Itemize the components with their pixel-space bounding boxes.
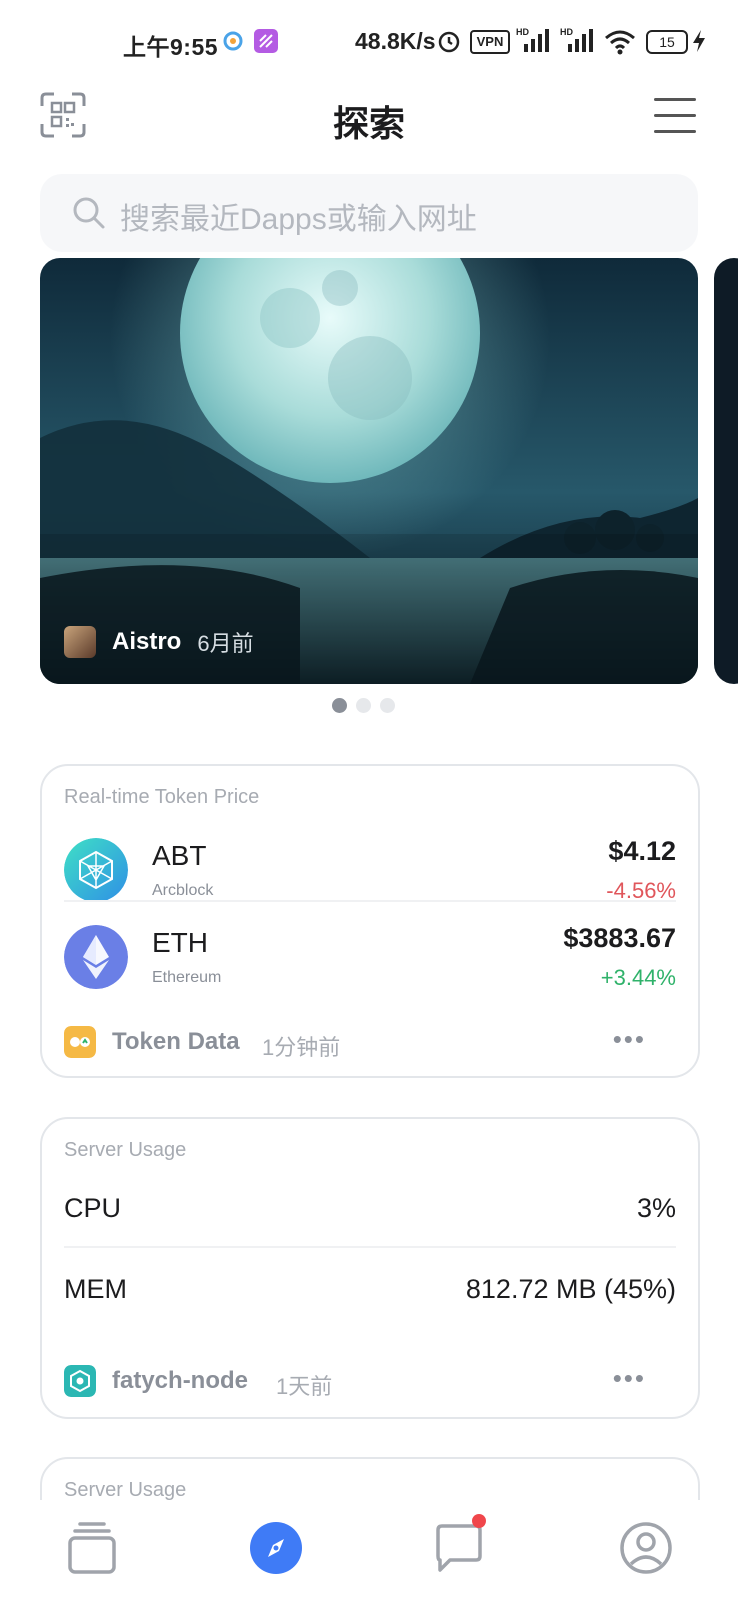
search-bar[interactable]: 搜索最近Dapps或输入网址 — [40, 174, 698, 252]
dapps-icon[interactable] — [62, 1518, 122, 1578]
source-time: 1天前 — [276, 1374, 333, 1399]
token-symbol: ETH — [152, 927, 208, 958]
usage-label: MEM — [64, 1274, 127, 1304]
menu-line — [654, 98, 696, 101]
search-placeholder: 搜索最近Dapps或输入网址 — [120, 203, 477, 236]
ethereum-logo-icon — [64, 925, 128, 989]
more-options-icon[interactable]: ••• — [613, 1024, 646, 1055]
usage-value: 3% — [636, 1193, 676, 1223]
banner-author-row: Aistro 6月前 — [64, 626, 254, 658]
network-speed: 48.8K/s — [355, 28, 436, 54]
author-avatar — [64, 626, 96, 658]
featured-banner[interactable]: Aistro 6月前 — [40, 258, 698, 684]
token-row-eth[interactable]: ETH Ethereum $3883.67 +3.44% — [64, 913, 676, 1001]
usage-label: CPU — [64, 1193, 122, 1223]
server-usage-card[interactable]: Server Usage CPU 3% MEM 812.72 MB (45%) … — [40, 1117, 700, 1419]
token-price: $4.12 — [608, 836, 676, 866]
token-symbol: ABT — [152, 840, 207, 871]
bottom-nav — [0, 1500, 738, 1600]
status-bar: 上午9:55 48.8K/s VPN HD HD 15 — [0, 0, 738, 80]
banner-author: Aistro — [112, 628, 182, 655]
messages-unread-badge — [472, 1514, 486, 1528]
row-divider — [64, 900, 676, 902]
carousel-dot[interactable] — [356, 698, 371, 713]
token-name: Arcblock — [152, 882, 214, 899]
explore-icon[interactable] — [246, 1518, 306, 1578]
card-footer: fatych-node 1天前 ••• — [64, 1361, 676, 1401]
menu-line — [654, 114, 696, 117]
card-title: Server Usage — [64, 1479, 187, 1501]
alarm-icon — [438, 31, 460, 53]
carousel-dots — [332, 698, 395, 713]
banner-image — [40, 258, 698, 684]
signal-icon-2: HD — [560, 27, 593, 52]
token-price: $3883.67 — [563, 923, 676, 953]
token-name: Ethereum — [152, 969, 222, 986]
banner-time: 6月前 — [197, 631, 254, 656]
menu-button[interactable] — [654, 98, 696, 134]
app-notification-icon-2 — [254, 29, 278, 53]
card-title: Server Usage — [64, 1139, 187, 1161]
usage-value: 812.72 MB (45%) — [465, 1274, 676, 1304]
svg-text:HD: HD — [516, 27, 529, 37]
more-options-icon[interactable]: ••• — [613, 1363, 646, 1394]
signal-icon: HD — [516, 27, 549, 52]
search-icon — [73, 197, 105, 229]
profile-icon[interactable] — [616, 1518, 676, 1578]
app-notification-icon — [223, 31, 243, 51]
source-name: fatych-node — [112, 1367, 249, 1394]
arcblock-logo-icon — [64, 838, 128, 902]
row-divider — [64, 1246, 676, 1248]
next-banner-peek[interactable] — [714, 258, 738, 684]
token-data-app-icon — [64, 1026, 96, 1058]
usage-row-cpu: CPU 3% — [64, 1193, 676, 1233]
token-price-card[interactable]: Real-time Token Price ABT Arcblock $4.12… — [40, 764, 700, 1078]
carousel-dot-active[interactable] — [332, 698, 347, 713]
status-time: 上午9:55 — [123, 34, 219, 60]
svg-text:HD: HD — [560, 27, 573, 37]
carousel-dot[interactable] — [380, 698, 395, 713]
node-app-icon — [64, 1365, 96, 1397]
card-footer: Token Data 1分钟前 ••• — [64, 1022, 676, 1062]
source-name: Token Data — [112, 1028, 240, 1055]
token-change: +3.44% — [600, 965, 676, 990]
vpn-icon: VPN — [470, 30, 510, 54]
charging-icon — [693, 30, 705, 52]
source-time: 1分钟前 — [262, 1035, 341, 1060]
battery-icon: 15 — [646, 30, 688, 54]
page-title: 探索 — [332, 103, 405, 144]
usage-row-mem: MEM 812.72 MB (45%) — [64, 1274, 676, 1314]
menu-line — [654, 130, 696, 133]
wifi-icon — [605, 30, 635, 55]
card-title: Real-time Token Price — [64, 786, 260, 808]
